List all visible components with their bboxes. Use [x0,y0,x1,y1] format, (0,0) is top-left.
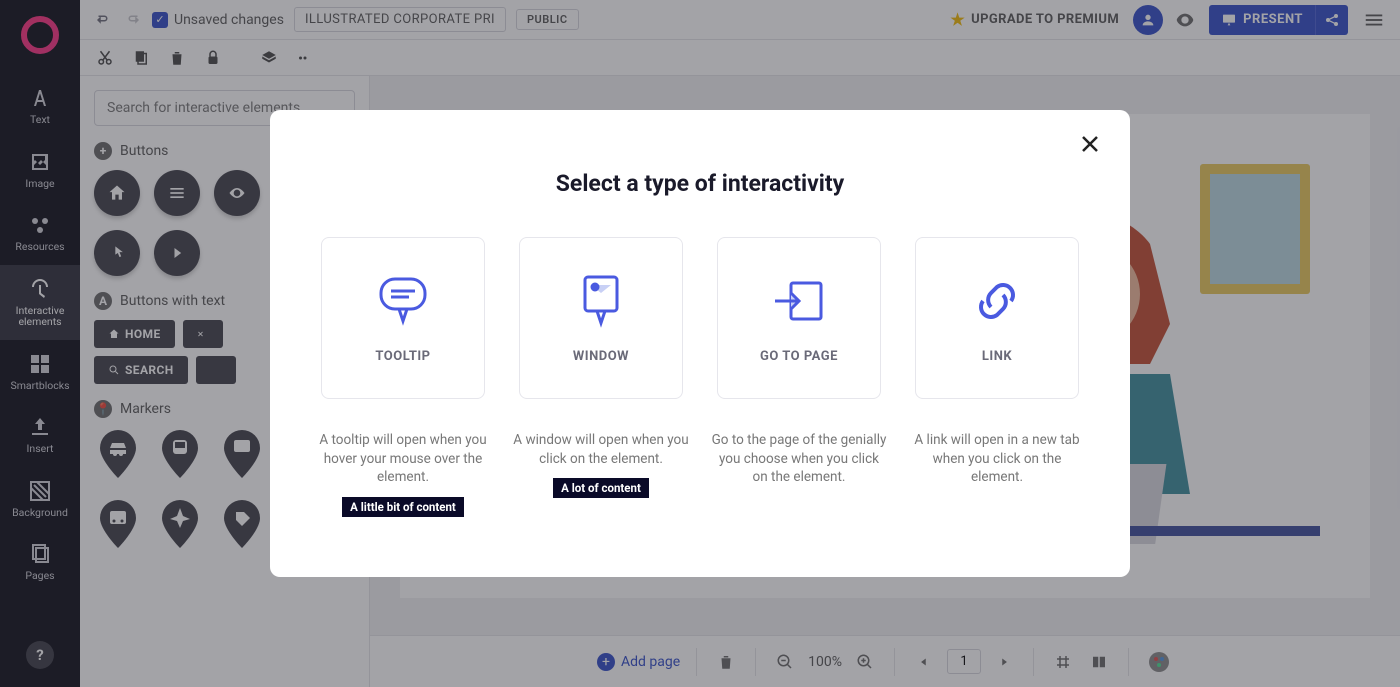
option-link[interactable]: LINK [915,237,1079,399]
option-label: WINDOW [573,349,629,364]
option-label: GO TO PAGE [760,349,838,364]
option-tag: A little bit of content [342,497,464,517]
gotopage-icon [769,271,829,331]
window-icon [571,271,631,331]
option-gotopage[interactable]: GO TO PAGE [717,237,881,399]
close-button[interactable] [1078,132,1104,158]
option-window[interactable]: WINDOW [519,237,683,399]
option-label: TOOLTIP [375,349,430,364]
tooltip-icon [373,271,433,331]
option-desc: A link will open in a new tab when you c… [909,431,1085,488]
interactivity-modal: Select a type of interactivity TOOLTIP A… [270,110,1130,578]
link-icon [967,271,1027,331]
option-desc: A tooltip will open when you hover your … [315,431,491,488]
modal-overlay[interactable]: Select a type of interactivity TOOLTIP A… [0,0,1400,687]
option-desc: A window will open when you click on the… [513,431,689,469]
option-tag: A lot of content [553,478,649,498]
option-label: LINK [982,349,1012,364]
modal-title: Select a type of interactivity [310,170,1090,197]
option-desc: Go to the page of the genially you choos… [711,431,887,488]
option-tooltip[interactable]: TOOLTIP [321,237,485,399]
